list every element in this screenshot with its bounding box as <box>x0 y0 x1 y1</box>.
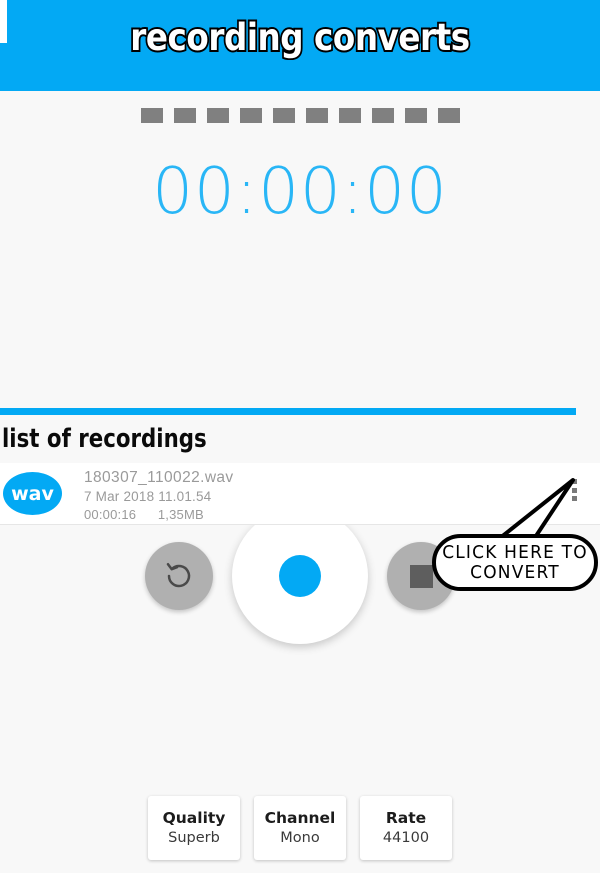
level-segment <box>140 108 163 123</box>
level-segment <box>206 108 229 123</box>
setting-card-channel[interactable]: Channel Mono <box>254 796 346 860</box>
recordings-section-title: list of recordings <box>2 424 207 454</box>
level-segment <box>371 108 394 123</box>
menu-dot <box>571 496 577 501</box>
recording-stats: 00:00:16 1,35MB <box>84 506 234 524</box>
settings-bar: Quality Superb Channel Mono Rate 44100 <box>0 796 600 860</box>
recording-duration: 00:00:16 <box>84 507 137 522</box>
header-left-notch <box>0 0 7 43</box>
app-header: recording converts <box>0 0 600 91</box>
menu-dot <box>571 479 577 484</box>
setting-label: Rate <box>385 809 427 827</box>
setting-value: Mono <box>280 830 320 846</box>
section-divider <box>0 408 576 415</box>
recording-filename: 180307_110022.wav <box>84 469 234 486</box>
level-segment <box>173 108 196 123</box>
level-segment <box>338 108 361 123</box>
callout-line-1: CLICK HERE TO <box>442 542 588 563</box>
level-segment <box>305 108 328 123</box>
reset-button[interactable] <box>145 542 213 610</box>
recording-timer: 00:00:00 <box>152 155 448 229</box>
format-badge: wav <box>3 472 62 515</box>
record-dot-icon <box>279 555 321 597</box>
setting-value: 44100 <box>382 830 430 846</box>
setting-card-rate[interactable]: Rate 44100 <box>360 796 452 860</box>
click-here-callout: CLICK HERE TO CONVERT <box>432 534 598 591</box>
restart-circular-arrow-icon <box>164 561 194 591</box>
recordings-section-header: list of recordings <box>0 415 600 463</box>
three-dot-vertical-menu-icon[interactable] <box>569 477 579 503</box>
setting-card-quality[interactable]: Quality Superb <box>148 796 240 860</box>
transport-controls <box>0 255 600 644</box>
recording-size: 1,35MB <box>157 507 204 522</box>
level-segment <box>272 108 295 123</box>
setting-label: Channel <box>264 809 336 827</box>
app-title: recording converts <box>129 14 472 61</box>
recording-metadata: 180307_110022.wav 7 Mar 2018 11.01.54 00… <box>84 468 234 524</box>
recording-date: 7 Mar 2018 11.01.54 <box>84 489 212 504</box>
list-item[interactable]: wav 180307_110022.wav 7 Mar 2018 11.01.5… <box>0 463 600 525</box>
setting-label: Quality <box>162 809 226 827</box>
level-segment <box>437 108 460 123</box>
level-segment <box>239 108 262 123</box>
level-segment <box>404 108 427 123</box>
record-button[interactable] <box>232 508 368 644</box>
audio-level-meter <box>0 108 600 123</box>
stop-square-icon <box>409 564 433 588</box>
setting-value: Superb <box>168 830 220 846</box>
callout-line-2: CONVERT <box>470 562 560 583</box>
menu-dot <box>571 487 577 493</box>
